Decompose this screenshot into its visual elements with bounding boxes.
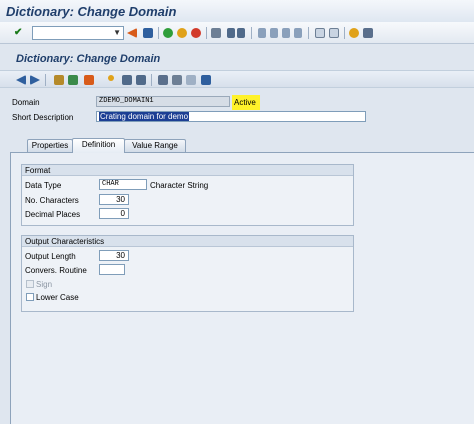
activate-icon[interactable] — [84, 75, 94, 85]
decimal-places-field[interactable]: 0 — [99, 208, 129, 219]
back-icon[interactable] — [163, 28, 173, 38]
info-icon[interactable] — [201, 75, 211, 85]
other-object-icon[interactable] — [68, 75, 78, 85]
short-description-field[interactable]: Crating domain for demo — [96, 111, 366, 122]
separator — [308, 27, 309, 39]
display-change-icon[interactable] — [54, 75, 64, 85]
exit-icon[interactable] — [177, 28, 187, 38]
separator — [344, 27, 345, 39]
output-length-label: Output Length — [25, 252, 76, 261]
screen-title: Dictionary: Change Domain — [16, 53, 161, 65]
hierarchy-icon[interactable] — [158, 75, 168, 85]
where-used-icon[interactable] — [122, 75, 132, 85]
command-field[interactable]: ▼ — [32, 26, 124, 40]
domain-field: ZDEMO_DOMAIN1 — [96, 96, 230, 107]
short-description-label: Short Description — [12, 113, 74, 122]
lowercase-label: Lower Case — [36, 293, 79, 302]
data-type-label: Data Type — [25, 181, 62, 190]
save-icon[interactable] — [143, 28, 153, 38]
no-characters-label: No. Characters — [25, 196, 79, 205]
window-title: Dictionary: Change Domain — [6, 4, 177, 19]
lowercase-checkbox[interactable] — [26, 293, 34, 301]
output-group-title: Output Characteristics — [22, 236, 353, 247]
data-type-field[interactable]: CHAR — [99, 179, 147, 190]
shortcut-icon[interactable] — [329, 28, 339, 38]
customize-layout-icon[interactable] — [363, 28, 373, 38]
window-titlebar: Dictionary: Change Domain — [0, 0, 474, 22]
no-characters-field[interactable]: 30 — [99, 194, 129, 205]
find-next-icon[interactable] — [237, 28, 245, 38]
conversion-routine-label: Convers. Routine — [25, 266, 87, 275]
tab-value-range[interactable]: Value Range — [124, 139, 186, 152]
separator — [45, 74, 46, 86]
separator — [158, 27, 159, 39]
next-page-icon[interactable] — [282, 28, 290, 38]
data-type-description: Character String — [150, 181, 209, 190]
system-toolbar: ✔ ▼ — [0, 22, 474, 44]
conversion-routine-field[interactable] — [99, 264, 125, 275]
separator — [251, 27, 252, 39]
check-icon[interactable] — [108, 75, 114, 81]
previous-page-icon[interactable] — [270, 28, 278, 38]
cancel-icon[interactable] — [191, 28, 201, 38]
find-icon[interactable] — [227, 28, 235, 38]
help-icon[interactable] — [349, 28, 359, 38]
output-length-field[interactable]: 30 — [99, 250, 129, 261]
application-toolbar — [0, 70, 474, 88]
tab-definition[interactable]: Definition — [72, 138, 125, 153]
status-badge: Active — [232, 95, 260, 110]
tab-properties[interactable]: Properties — [27, 139, 73, 152]
separator — [151, 74, 152, 86]
domain-label: Domain — [12, 98, 40, 107]
print-icon[interactable] — [211, 28, 221, 38]
separator — [206, 27, 207, 39]
first-page-icon[interactable] — [258, 28, 266, 38]
object-list-icon[interactable] — [136, 75, 146, 85]
forward-arrow-icon[interactable] — [30, 75, 40, 85]
sign-checkbox — [26, 280, 34, 288]
technical-settings-icon[interactable] — [172, 75, 182, 85]
dropdown-arrow-icon[interactable]: ▼ — [113, 28, 121, 37]
previous-icon[interactable] — [127, 28, 137, 38]
last-page-icon[interactable] — [294, 28, 302, 38]
enter-icon[interactable]: ✔ — [14, 28, 24, 38]
new-session-icon[interactable] — [315, 28, 325, 38]
sign-label: Sign — [36, 280, 53, 289]
layout-icon[interactable] — [186, 75, 196, 85]
short-description-value: Crating domain for demo — [99, 112, 190, 121]
format-group-title: Format — [22, 165, 353, 176]
back-arrow-icon[interactable] — [16, 75, 26, 85]
decimal-places-label: Decimal Places — [25, 210, 81, 219]
